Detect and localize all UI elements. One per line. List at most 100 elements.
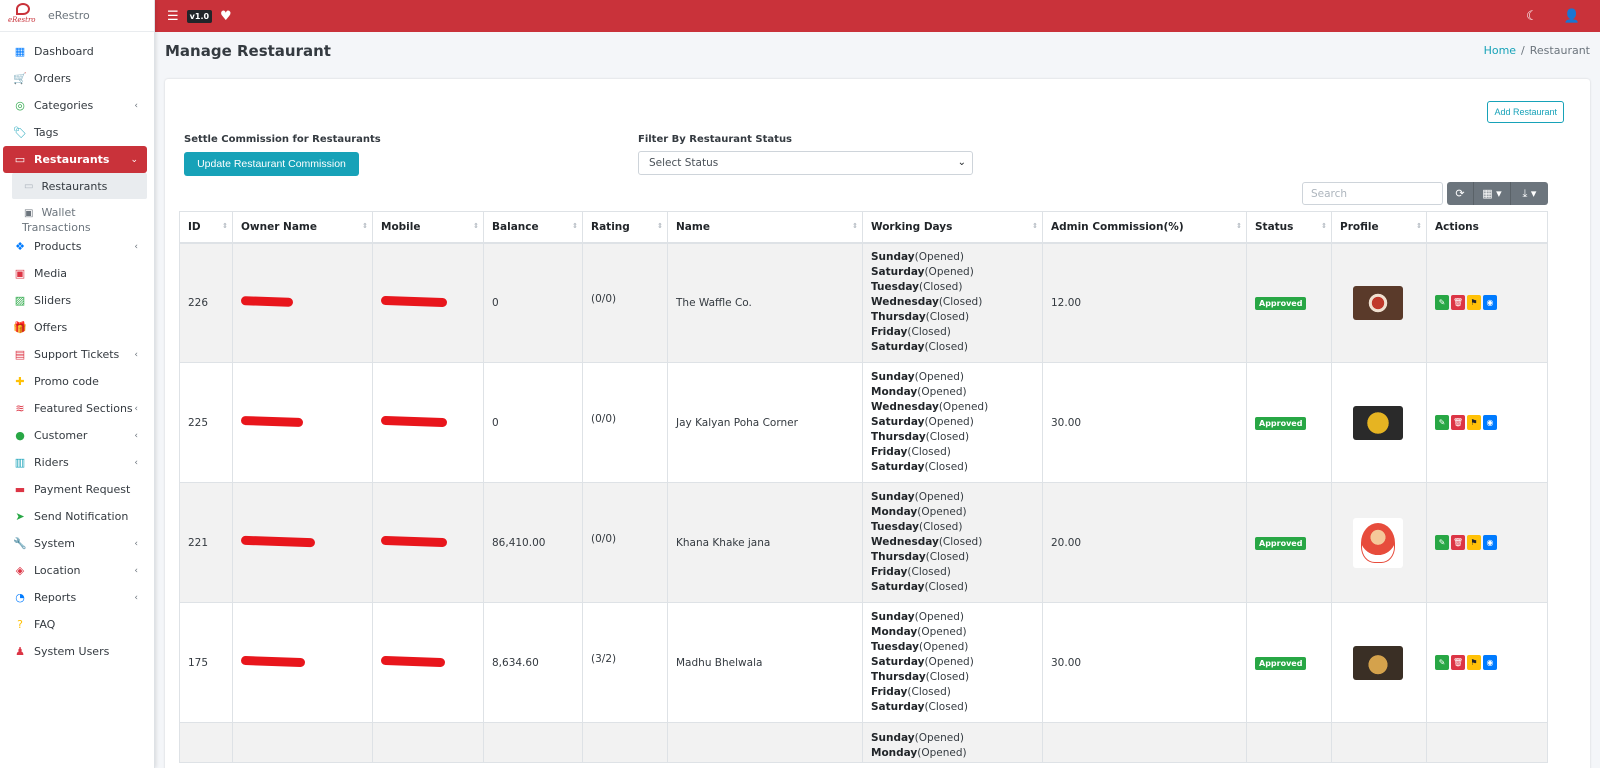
sidebar-item-system[interactable]: 🔧 System ‹: [0, 530, 154, 557]
settle-payment-button[interactable]: ⚑: [1467, 415, 1481, 430]
delete-button[interactable]: 🗑: [1451, 655, 1465, 670]
puzzle-icon: ✚: [15, 375, 25, 388]
column-header[interactable]: Admin Commission(%) ⇕: [1042, 211, 1247, 244]
redacted-owner-name: [240, 655, 306, 667]
hamburger-menu-icon[interactable]: ☰: [167, 9, 179, 24]
sidebar-item-support-tickets[interactable]: ▤ Support Tickets ‹: [0, 341, 154, 368]
day-name: Tuesday: [871, 281, 919, 294]
column-header[interactable]: Rating ⇕: [582, 211, 668, 244]
dark-mode-moon-icon[interactable]: ☾: [1526, 9, 1538, 24]
status-filter-select[interactable]: Select Status ⌄: [638, 151, 973, 175]
column-header[interactable]: Actions: [1426, 211, 1548, 244]
table-row[interactable]: 226 0 (0/0) The Waffle Co. Sunday(Opened) Sat…: [179, 242, 1548, 363]
column-header[interactable]: Profile ⇕: [1331, 211, 1427, 244]
delete-button[interactable]: 🗑: [1451, 415, 1465, 430]
sidebar-item-payment-request[interactable]: ▬ Payment Request: [0, 476, 154, 503]
sidebar-item-customer[interactable]: ● Customer ‹: [0, 422, 154, 449]
column-header[interactable]: Mobile ⇕: [372, 211, 484, 244]
working-day-line: Thursday(Closed): [871, 430, 1042, 445]
sidebar-item-products[interactable]: ❖ Products ‹: [0, 233, 154, 260]
sidebar-item-send-notification[interactable]: ➤ Send Notification: [0, 503, 154, 530]
sidebar-item-system-users[interactable]: ♟ System Users: [0, 638, 154, 665]
cell-working-days: Sunday(Opened) Monday(Opened) Tuesday(Open…: [862, 602, 1043, 723]
column-header[interactable]: Balance ⇕: [483, 211, 583, 244]
sidebar-item-sliders[interactable]: ▨ Sliders: [0, 287, 154, 314]
row-actions: ✎ 🗑 ⚑ ◉: [1435, 415, 1547, 430]
sidebar-item-location[interactable]: ◈ Location ‹: [0, 557, 154, 584]
settle-payment-button[interactable]: ⚑: [1467, 295, 1481, 311]
sidebar-item-reports[interactable]: ◔ Reports ‹: [0, 584, 154, 611]
edit-button[interactable]: ✎: [1435, 415, 1449, 430]
delete-button[interactable]: 🗑: [1451, 295, 1465, 311]
pencil-icon: ✎: [1438, 538, 1446, 547]
heart-pulse-icon[interactable]: ♥: [220, 9, 232, 24]
main-content: Manage Restaurant Home / Restaurant Add Re…: [155, 32, 1600, 768]
edit-button[interactable]: ✎: [1435, 295, 1449, 311]
chevron-left-icon: ‹: [134, 538, 138, 549]
table-row[interactable]: Sunday(Opened) Monday(Opened): [179, 722, 1548, 763]
day-name: Sunday: [871, 371, 915, 383]
column-header[interactable]: ID ⇕: [179, 211, 233, 244]
topbar: ☰ v1.0 ♥ ☾ 👤: [155, 0, 1600, 32]
breadcrumb-home-link[interactable]: Home: [1484, 44, 1516, 57]
column-header[interactable]: Working Days ⇕: [862, 211, 1043, 244]
table-row[interactable]: 175 8,634.60 (3/2) Madhu Bhelwala Sunday(Ope…: [179, 602, 1548, 723]
settle-payment-button[interactable]: ⚑: [1467, 535, 1481, 550]
view-button[interactable]: ◉: [1483, 415, 1497, 430]
restaurant-profile-image[interactable]: [1353, 405, 1403, 440]
sidebar-item-categories[interactable]: ◎ Categories ‹: [0, 92, 154, 119]
redacted-owner-name: [240, 535, 316, 547]
columns-toggle-button[interactable]: ▦ ▾: [1474, 182, 1511, 205]
user-account-icon[interactable]: 👤: [1564, 9, 1580, 24]
redacted-mobile: [380, 535, 448, 547]
sidebar-item-label: Customer: [34, 429, 88, 442]
sidebar-item-featured-sections[interactable]: ≋ Featured Sections ‹: [0, 395, 154, 422]
restaurant-profile-image[interactable]: [1353, 517, 1403, 568]
working-day-line: Saturday(Closed): [871, 580, 1042, 595]
delete-button[interactable]: 🗑: [1451, 535, 1465, 550]
sidebar-item-orders[interactable]: 🛒 Orders: [0, 65, 154, 92]
view-button[interactable]: ◉: [1483, 295, 1497, 311]
day-name: Sunday: [871, 251, 915, 264]
sidebar-item-promo-code[interactable]: ✚ Promo code: [0, 368, 154, 395]
table-row[interactable]: 221 86,410.00 (0/0) Khana Khake jana Sunday(…: [179, 482, 1548, 603]
view-button[interactable]: ◉: [1483, 535, 1497, 550]
sidebar-subitem-wallet-transactions[interactable]: ▣ Wallet Transactions: [0, 199, 154, 234]
restaurant-id: 175: [188, 656, 209, 669]
chevron-left-icon: ‹: [134, 241, 138, 252]
cell-owner-name: [232, 362, 373, 483]
brand[interactable]: eRestro eRestro: [0, 0, 154, 32]
column-header[interactable]: Owner Name ⇕: [232, 211, 373, 244]
working-day-line: Friday(Closed): [871, 325, 1042, 340]
restaurant-profile-image[interactable]: [1353, 645, 1403, 680]
day-status: (Opened): [924, 266, 974, 279]
sidebar-item-dashboard[interactable]: ▦ Dashboard: [0, 38, 154, 65]
restaurant-profile-image[interactable]: [1353, 285, 1403, 320]
cell-owner-name: [232, 482, 373, 603]
update-commission-button[interactable]: Update Restaurant Commission: [184, 152, 359, 176]
day-name: Thursday: [871, 311, 926, 324]
column-header[interactable]: Name ⇕: [667, 211, 863, 244]
sidebar-item-restaurants[interactable]: ▭ Restaurants ⌄: [3, 146, 147, 173]
view-button[interactable]: ◉: [1483, 655, 1497, 670]
edit-button[interactable]: ✎: [1435, 535, 1449, 550]
column-header[interactable]: Status ⇕: [1246, 211, 1332, 244]
sidebar-item-faq[interactable]: ? FAQ: [0, 611, 154, 638]
sidebar-subitem-restaurants[interactable]: ▭ Restaurants: [12, 173, 147, 199]
day-status: (Closed): [924, 461, 968, 473]
sidebar-item-riders[interactable]: ▥ Riders ‹: [0, 449, 154, 476]
settle-payment-button[interactable]: ⚑: [1467, 655, 1481, 670]
add-restaurant-button[interactable]: Add Restaurant: [1487, 101, 1564, 123]
cell-working-days: Sunday(Opened) Saturday(Opened) Tuesday(Cl…: [862, 242, 1043, 363]
edit-button[interactable]: ✎: [1435, 655, 1449, 670]
refresh-button[interactable]: ⟳: [1447, 182, 1474, 205]
day-status: (Closed): [907, 686, 951, 698]
table-row[interactable]: 225 0 (0/0) Jay Kalyan Poha Corner Sunday(Op…: [179, 362, 1548, 483]
export-button[interactable]: ⤓ ▾: [1511, 182, 1548, 205]
search-input[interactable]: Search: [1302, 182, 1443, 205]
table-cell: [1246, 722, 1332, 763]
sidebar-item-media[interactable]: ▣ Media: [0, 260, 154, 287]
sidebar-item-tags[interactable]: 🏷 Tags: [0, 119, 154, 146]
sidebar-item-offers[interactable]: 🎁 Offers: [0, 314, 154, 341]
table-cell: [1042, 722, 1247, 763]
